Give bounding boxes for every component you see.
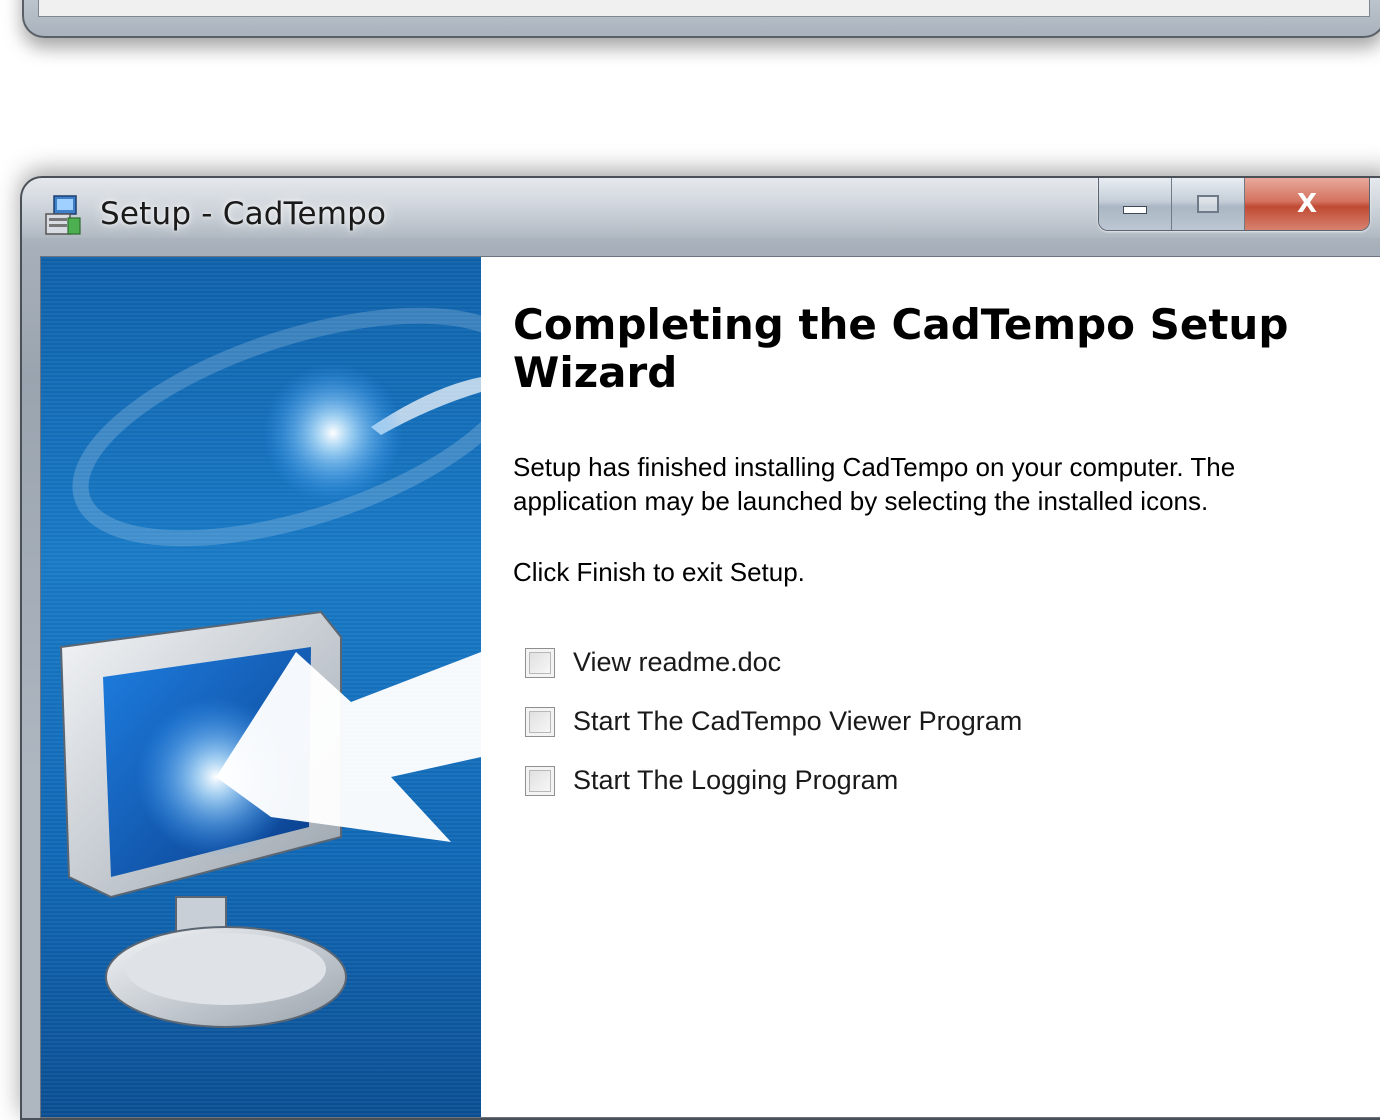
close-icon: X	[1296, 189, 1318, 219]
maximize-button[interactable]	[1172, 178, 1245, 230]
background-window-frame	[22, 0, 1380, 38]
option-start-viewer[interactable]: Start The CadTempo Viewer Program	[525, 692, 1022, 751]
minimize-icon	[1123, 206, 1147, 214]
caption-buttons: X	[1098, 178, 1370, 231]
maximize-icon	[1197, 195, 1219, 213]
background-window	[0, 0, 1380, 70]
start-logging-label[interactable]: Start The Logging Program	[573, 765, 898, 796]
post-install-options: View readme.doc Start The CadTempo Viewe…	[525, 633, 1022, 810]
start-viewer-label[interactable]: Start The CadTempo Viewer Program	[573, 706, 1022, 737]
wizard-content: Completing the CadTempo Setup Wizard Set…	[513, 257, 1361, 1117]
background-window-client	[38, 0, 1370, 17]
setup-window: Setup - CadTempo X Completing the CadTem…	[20, 176, 1380, 1120]
close-button[interactable]: X	[1245, 178, 1369, 230]
window-title: Setup - CadTempo	[100, 196, 387, 232]
option-start-logging[interactable]: Start The Logging Program	[525, 751, 1022, 810]
setup-installer-icon	[45, 195, 81, 235]
computer-monitor-install-arrow-icon	[41, 257, 481, 1117]
completion-message: Setup has finished installing CadTempo o…	[513, 452, 1236, 516]
option-view-readme[interactable]: View readme.doc	[525, 633, 1022, 692]
start-viewer-checkbox[interactable]	[525, 706, 555, 737]
view-readme-label[interactable]: View readme.doc	[573, 647, 781, 678]
title-bar[interactable]: Setup - CadTempo X	[22, 178, 1380, 256]
exit-instruction: Click Finish to exit Setup.	[513, 557, 805, 587]
view-readme-checkbox[interactable]	[525, 647, 555, 678]
minimize-button[interactable]	[1099, 178, 1172, 230]
start-logging-checkbox[interactable]	[525, 765, 555, 796]
wizard-heading: Completing the CadTempo Setup Wizard	[513, 300, 1289, 397]
wizard-sidebar-image	[41, 257, 481, 1117]
wizard-client-area: Completing the CadTempo Setup Wizard Set…	[40, 256, 1380, 1118]
